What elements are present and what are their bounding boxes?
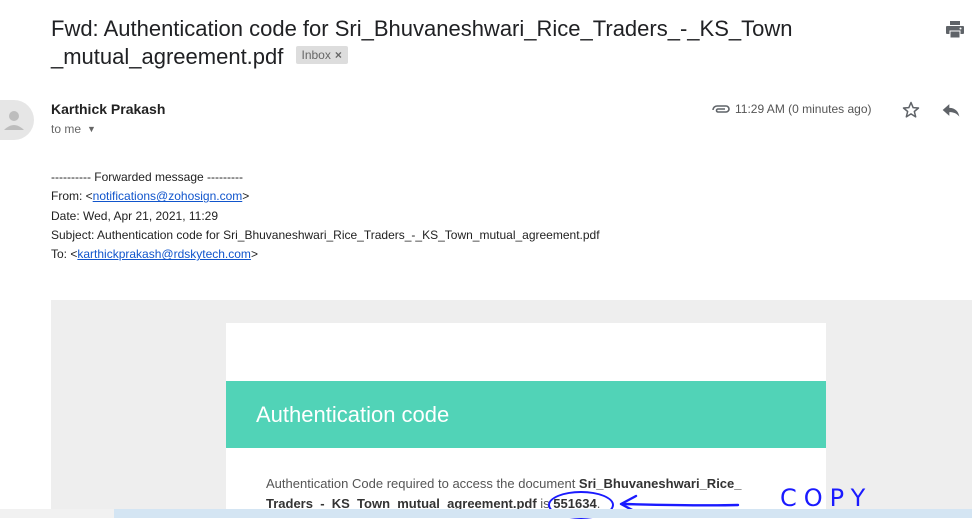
from-email-link[interactable]: notifications@zohosign.com bbox=[93, 189, 243, 203]
print-icon[interactable] bbox=[945, 20, 965, 40]
caret-down-icon[interactable]: ▼ bbox=[87, 124, 96, 134]
avatar bbox=[0, 100, 34, 140]
subject-text: Fwd: Authentication code for Sri_Bhuvane… bbox=[51, 16, 793, 69]
inbox-label[interactable]: Inbox × bbox=[295, 46, 348, 65]
card-heading: Authentication code bbox=[256, 402, 450, 427]
email-subject: Fwd: Authentication code for Sri_Bhuvane… bbox=[51, 15, 811, 71]
copy-handwritten-text: COPY bbox=[780, 484, 872, 512]
forwarded-subject: Subject: Authentication code for Sri_Bhu… bbox=[51, 227, 600, 242]
to-label: To: < bbox=[51, 247, 78, 262]
bottom-scrollbar[interactable] bbox=[0, 509, 972, 518]
forwarded-to: To: <karthickprakash@rdskytech.com> bbox=[51, 245, 600, 264]
sender-name: Karthick Prakash bbox=[51, 101, 166, 117]
reply-icon[interactable] bbox=[941, 101, 961, 119]
from-suffix: > bbox=[242, 189, 250, 204]
scrollbar-thumb[interactable] bbox=[114, 509, 972, 518]
attachment-icon bbox=[712, 105, 730, 113]
to-email-link[interactable]: karthickprakash@rdskytech.com bbox=[77, 247, 251, 261]
from-label: From: < bbox=[51, 189, 93, 204]
avatar-icon bbox=[4, 111, 24, 130]
to-suffix: > bbox=[250, 247, 258, 262]
to-me-text: to me bbox=[51, 122, 82, 136]
recipient-details-toggle[interactable]: to me ▼ bbox=[51, 122, 96, 136]
email-time: 11:29 AM (0 minutes ago) bbox=[735, 102, 872, 116]
card-header: Authentication code bbox=[226, 381, 826, 448]
forwarded-message: ---------- Forwarded message --------- F… bbox=[51, 168, 600, 264]
forwarded-header: ---------- Forwarded message --------- bbox=[51, 170, 243, 184]
inbox-label-text: Inbox bbox=[301, 48, 331, 63]
forwarded-from: From: <notifications@zohosign.com> bbox=[51, 187, 600, 206]
forwarded-date: Date: Wed, Apr 21, 2021, 11:29 bbox=[51, 208, 219, 223]
star-icon[interactable] bbox=[901, 100, 921, 120]
remove-label-button[interactable]: × bbox=[335, 48, 342, 62]
card-text-intro: Authentication Code required to access t… bbox=[266, 476, 579, 491]
